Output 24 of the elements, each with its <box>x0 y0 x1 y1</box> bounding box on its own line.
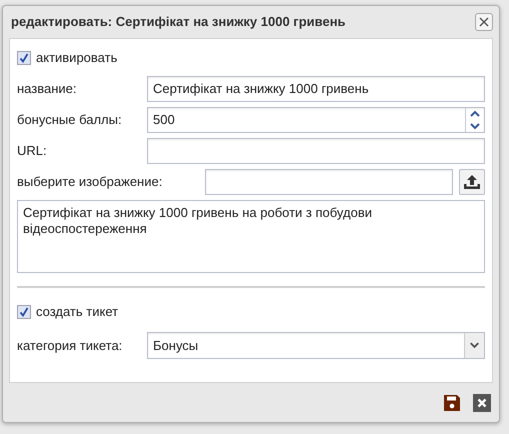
description-textarea[interactable]: Сертифікат на знижку 1000 гривень на роботи з побудови відеоспостереження <box>17 200 485 273</box>
upload-button[interactable] <box>459 169 485 195</box>
text-field[interactable] <box>147 138 485 164</box>
cancel-button[interactable] <box>473 394 491 412</box>
save-icon[interactable] <box>443 394 461 412</box>
category-dropdown[interactable]: Бонусы <box>147 332 485 359</box>
dialog-title: редактировать: Сертифікат на знижку 1000 гривень <box>11 13 346 32</box>
close-button[interactable] <box>475 13 493 31</box>
checkbox[interactable] <box>17 305 31 319</box>
checkbox[interactable] <box>17 51 31 65</box>
field-label: категория тикета: <box>17 336 124 355</box>
close-icon <box>479 17 489 27</box>
field-label: URL: <box>17 142 48 160</box>
close-icon <box>477 398 487 408</box>
field-label: название: <box>17 80 78 98</box>
number-field[interactable]: 500 <box>147 107 485 133</box>
field-label: бонусные баллы: <box>17 111 123 130</box>
field-label: выберите изображение: <box>17 174 162 189</box>
file-field[interactable] <box>205 169 453 195</box>
upload-icon <box>463 174 481 190</box>
text-field[interactable]: Сертифікат на знижку 1000 гривень <box>147 76 485 102</box>
checkbox-label: создать тикет <box>36 303 118 322</box>
dropdown-caret-icon[interactable] <box>464 333 484 358</box>
checkbox-label: активировать <box>36 49 118 68</box>
